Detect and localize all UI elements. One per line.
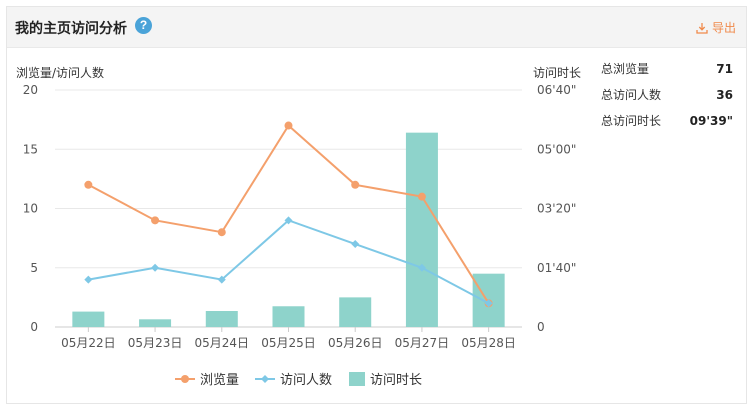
summary-value: 09'39" <box>689 114 733 128</box>
summary-row-duration: 总访问时长 09'39" <box>601 114 733 140</box>
y-left-tick-label: 15 <box>23 142 38 156</box>
x-tick-label: 05月26日 <box>328 336 383 350</box>
point-views <box>351 180 360 189</box>
bar-duration <box>139 319 172 327</box>
y-right-tick-label: 01'40" <box>537 261 576 275</box>
right-axis-title: 访问时长 <box>533 66 581 80</box>
summary-label: 总浏览量 <box>601 62 650 76</box>
x-tick-label: 05月27日 <box>395 336 450 350</box>
point-visitors <box>351 240 360 249</box>
y-left-tick-label: 20 <box>23 83 38 97</box>
legend-views-label: 浏览量 <box>200 372 239 388</box>
y-left-tick-label: 10 <box>23 202 38 216</box>
bar-duration <box>272 306 305 327</box>
point-views <box>217 228 226 237</box>
bar-duration <box>405 132 438 327</box>
y-left-tick-label: 5 <box>30 261 38 275</box>
summary-row-views: 总浏览量 71 <box>601 62 733 88</box>
legend-duration-label: 访问时长 <box>370 373 422 388</box>
left-axis-title: 浏览量/访问人数 <box>16 65 104 80</box>
summary-row-visitors: 总访问人数 36 <box>601 88 733 114</box>
y-right-tick-label: 0 <box>537 320 545 334</box>
point-visitors <box>151 263 160 272</box>
y-right-tick-label: 06'40" <box>537 83 576 97</box>
point-views <box>284 121 293 130</box>
summary-value: 36 <box>716 88 733 102</box>
summary-label: 总访问时长 <box>601 114 662 128</box>
bar-duration <box>72 311 105 327</box>
x-tick-label: 05月24日 <box>195 336 250 350</box>
point-views <box>151 216 160 225</box>
bar-duration <box>205 311 238 327</box>
summary-value: 71 <box>716 62 733 76</box>
summary-label: 总访问人数 <box>601 88 662 102</box>
y-right-tick-label: 05'00" <box>537 142 576 156</box>
bar-duration <box>339 297 372 327</box>
legend-duration-marker <box>349 372 365 386</box>
legend-visitors-marker <box>261 375 269 383</box>
legend-visitors-label: 访问人数 <box>280 373 332 388</box>
x-tick-label: 05月23日 <box>128 336 183 350</box>
y-right-tick-label: 03'20" <box>537 202 576 216</box>
x-tick-label: 05月28日 <box>461 336 516 350</box>
point-visitors <box>84 275 93 284</box>
x-tick-label: 05月25日 <box>261 336 316 350</box>
y-left-tick-label: 0 <box>30 320 38 334</box>
point-views <box>84 180 93 189</box>
summary-panel: 总浏览量 71 总访问人数 36 总访问时长 09'39" <box>601 62 733 140</box>
x-tick-label: 05月22日 <box>61 336 116 350</box>
point-views <box>417 192 426 201</box>
legend-views-marker <box>181 375 189 383</box>
